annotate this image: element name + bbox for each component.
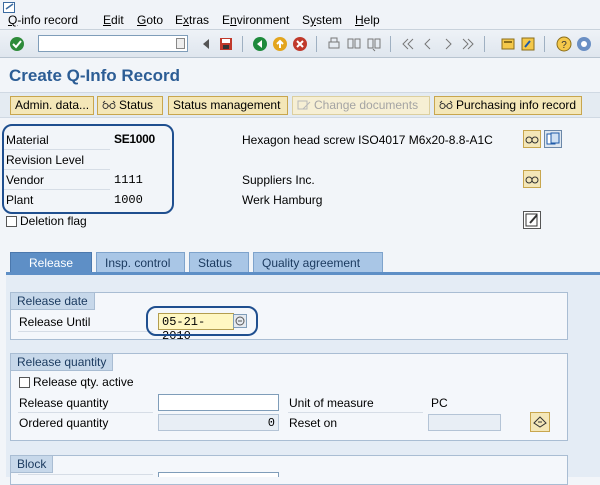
change-documents-button[interactable]: Change documents	[292, 96, 430, 115]
glasses-icon	[439, 100, 453, 109]
change-documents-icon	[297, 100, 311, 110]
svg-text:?: ?	[561, 40, 567, 51]
material-display-button[interactable]	[523, 130, 541, 148]
menu-qinfo-record[interactable]: Q-info record	[8, 13, 78, 27]
shortcut-icon[interactable]	[520, 36, 536, 52]
tab-release[interactable]: Release	[10, 252, 92, 272]
command-dropdown-icon[interactable]	[176, 38, 185, 49]
reset-on-field	[428, 414, 501, 431]
tab-strip: Release Insp. control Status Quality agr…	[10, 252, 600, 273]
ordered-quantity-label: Ordered quantity	[19, 416, 109, 430]
back-icon[interactable]	[252, 36, 268, 52]
find-next-icon[interactable]	[366, 36, 382, 52]
menu-environment[interactable]: Environment	[222, 13, 289, 27]
title-bar: Create Q-Info Record	[0, 58, 600, 92]
menu-bar: Q-info record Edit Goto Extras Environme…	[0, 0, 600, 30]
release-until-highlight	[146, 306, 258, 336]
release-quantity-label: Release quantity	[19, 396, 109, 410]
plant-description: Werk Hamburg	[242, 193, 323, 207]
block-group: Block	[10, 455, 568, 485]
status-management-button[interactable]: Status management	[168, 96, 288, 115]
release-date-title: Release date	[11, 293, 95, 310]
reset-icon	[533, 416, 547, 428]
deletion-flag-label: Deletion flag	[20, 214, 87, 228]
deletion-flag-checkbox[interactable]	[6, 216, 17, 227]
admin-data-button[interactable]: Admin. data...	[10, 96, 94, 115]
material-overview-button[interactable]	[544, 130, 562, 148]
tab-quality-agreement[interactable]: Quality agreement	[253, 252, 383, 272]
menu-edit[interactable]: Edit	[103, 13, 124, 27]
menu-goto[interactable]: Goto	[137, 13, 163, 27]
print-icon[interactable]	[326, 36, 342, 52]
release-quantity-field[interactable]	[158, 394, 279, 411]
release-until-label: Release Until	[19, 315, 91, 329]
glasses-icon	[525, 176, 539, 184]
create-session-icon[interactable]	[500, 36, 516, 52]
divider	[18, 474, 153, 475]
status-button-label: Status	[119, 98, 154, 112]
edit-long-text-button[interactable]	[523, 211, 541, 229]
edit-icon	[525, 213, 538, 227]
unit-of-measure-value: PC	[431, 396, 448, 410]
enter-icon[interactable]	[9, 36, 25, 52]
save-icon[interactable]	[218, 36, 234, 52]
status-button[interactable]: Status	[97, 96, 163, 115]
header-highlight	[2, 124, 174, 214]
vendor-description: Suppliers Inc.	[242, 173, 315, 187]
documents-icon	[546, 132, 560, 145]
tab-insp-control[interactable]: Insp. control	[96, 252, 185, 272]
exit-icon[interactable]	[272, 36, 288, 52]
divider	[288, 412, 423, 413]
standard-toolbar: ?	[0, 30, 600, 58]
previous-page-icon[interactable]	[420, 36, 436, 52]
release-quantity-title: Release quantity	[11, 354, 114, 371]
block-title: Block	[11, 456, 54, 473]
glasses-icon	[102, 100, 116, 109]
reset-on-label: Reset on	[289, 416, 338, 430]
divider	[18, 331, 153, 332]
reset-quantity-button[interactable]	[530, 412, 550, 432]
menu-system[interactable]: System	[302, 13, 342, 27]
block-field[interactable]	[158, 472, 279, 477]
release-qty-active-label: Release qty. active	[33, 375, 134, 389]
release-date-group: Release date	[10, 292, 568, 340]
first-page-icon[interactable]	[400, 36, 416, 52]
last-page-icon[interactable]	[460, 36, 476, 52]
ordered-quantity-field: 0	[158, 414, 279, 431]
menu-extras[interactable]: Extras	[175, 13, 209, 27]
release-qty-active-checkbox[interactable]	[19, 377, 30, 388]
collapse-arrow-icon[interactable]	[198, 36, 214, 52]
help-icon[interactable]: ?	[556, 36, 572, 52]
vendor-display-button[interactable]	[523, 170, 541, 188]
application-toolbar: Admin. data... Status Status management …	[0, 92, 600, 118]
cancel-icon[interactable]	[292, 36, 308, 52]
menu-help[interactable]: Help	[355, 13, 380, 27]
page-title: Create Q-Info Record	[9, 66, 180, 85]
divider	[18, 412, 153, 413]
customize-layout-icon[interactable]	[576, 36, 592, 52]
next-page-icon[interactable]	[440, 36, 456, 52]
material-description: Hexagon head screw ISO4017 M6x20-8.8-A1C	[242, 133, 493, 147]
change-documents-label: Change documents	[314, 98, 419, 112]
unit-of-measure-label: Unit of measure	[289, 396, 374, 410]
tab-status[interactable]: Status	[189, 252, 249, 272]
glasses-icon	[525, 136, 539, 144]
command-field[interactable]	[38, 35, 188, 52]
system-menu-icon[interactable]	[3, 2, 17, 13]
purchasing-info-record-label: Purchasing info record	[456, 98, 577, 112]
purchasing-info-record-button[interactable]: Purchasing info record	[434, 96, 582, 115]
find-icon[interactable]	[346, 36, 362, 52]
